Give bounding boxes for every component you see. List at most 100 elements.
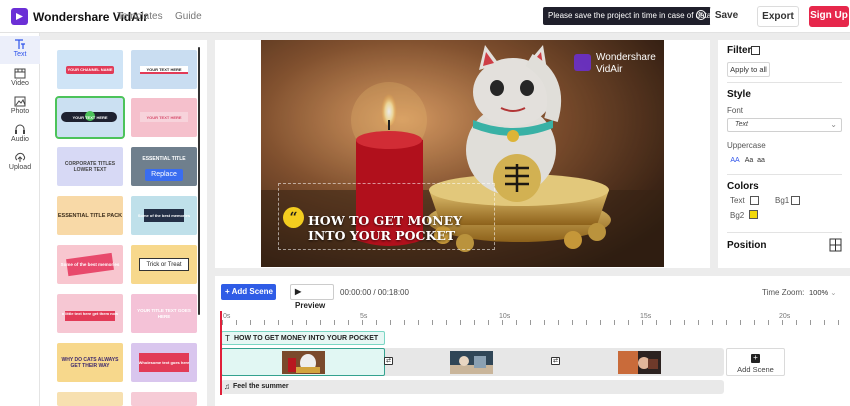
ruler-label: 5s <box>360 313 368 320</box>
export-button[interactable]: Export <box>757 6 799 27</box>
audio-track-clip[interactable]: ♫ Feel the summer <box>221 380 724 394</box>
chevron-down-icon: ⌄ <box>830 288 837 297</box>
close-icon[interactable]: x <box>696 10 706 20</box>
template-card[interactable]: ESSENTIAL TITLE Replace <box>131 147 197 186</box>
text-icon: T <box>225 334 230 343</box>
case-option-title[interactable]: Aa <box>743 155 755 167</box>
vidair-logo-icon[interactable] <box>11 8 28 25</box>
color-bg1-label: Bg1 <box>775 196 790 205</box>
caption-text[interactable]: HOW TO GET MONEY INTO YOUR POCKET <box>308 213 462 243</box>
template-label: YOUR TITLE TEXT GOES HERE <box>137 307 191 319</box>
template-card[interactable]: WHY DO CATS ALWAYS GET THEIR WAY <box>57 343 123 382</box>
clip-thumbnail[interactable] <box>618 351 661 374</box>
text-track-clip[interactable]: T HOW TO GET MONEY INTO YOUR POCKET <box>221 331 385 345</box>
template-label: Wholesome text goes here <box>138 359 190 365</box>
template-label: Trick or Treat <box>146 261 182 268</box>
audio-clip-label: Feel the summer <box>233 383 289 390</box>
save-button[interactable]: Save <box>710 6 743 27</box>
playhead[interactable] <box>220 311 222 395</box>
template-card[interactable]: YOUR TITLE TEXT GOES HERE <box>131 294 197 333</box>
ruler-tick <box>516 320 517 325</box>
position-align-icon[interactable] <box>829 238 842 253</box>
font-select-value: Text <box>735 121 748 128</box>
filter-toggle[interactable] <box>751 46 760 55</box>
ruler-tick <box>698 320 699 325</box>
template-label: ESSENTIAL TITLE PACK <box>57 212 123 219</box>
color-text-swatch[interactable] <box>750 196 759 205</box>
ruler-tick <box>264 320 265 325</box>
template-card[interactable]: YOUR CHANNEL NAME <box>57 50 123 89</box>
font-label: Font <box>727 106 744 115</box>
timeline-ruler[interactable] <box>221 311 850 327</box>
time-zoom-select[interactable]: 100% ⌄ <box>809 288 837 297</box>
ruler-label: 0s <box>223 313 231 320</box>
template-card[interactable]: YOUR TEXT HERE <box>55 96 125 139</box>
template-card[interactable]: CORPORATE TITLES LOWER TEXT <box>57 147 123 186</box>
template-card[interactable]: Some of the best memories <box>131 196 197 235</box>
add-scene-slot-label: Add Scene <box>737 365 774 374</box>
template-label: CORPORATE TITLES LOWER TEXT <box>64 160 116 173</box>
template-card[interactable]: Trick or Treat <box>131 245 197 284</box>
plus-icon: + <box>751 354 760 363</box>
template-card[interactable]: a little text here get them now <box>57 294 123 333</box>
template-card[interactable]: ESSENTIAL TITLE PACK <box>57 196 123 235</box>
ruler-tick <box>838 320 839 325</box>
rail-item-video[interactable]: Video <box>0 65 40 93</box>
rail-item-audio[interactable]: Audio <box>0 121 40 149</box>
vidair-watermark: Wondershare VidAir <box>574 52 684 82</box>
template-card[interactable] <box>131 392 197 406</box>
nav-templates[interactable]: Templates <box>117 11 163 22</box>
time-zoom-label: Time Zoom: <box>762 288 805 297</box>
ruler-tick <box>404 320 405 325</box>
transition-icon[interactable]: ⇄ <box>384 357 393 365</box>
ruler-tick <box>418 320 419 325</box>
ruler-tick <box>586 320 587 325</box>
ruler-tick <box>460 320 461 325</box>
ruler-tick <box>572 320 573 325</box>
template-scrollbar[interactable] <box>198 47 200 315</box>
add-scene-slot[interactable]: + Add Scene <box>726 348 785 376</box>
ruler-tick <box>278 320 279 325</box>
watermark-line-1: Wondershare <box>596 52 656 63</box>
nav-guide[interactable]: Guide <box>175 11 202 22</box>
ruler-tick <box>320 320 321 325</box>
caption-line-1: HOW TO GET MONEY <box>308 213 463 228</box>
case-option-lower[interactable]: aa <box>755 155 767 167</box>
ruler-tick <box>810 320 811 325</box>
ruler-label: 10s <box>499 313 511 320</box>
replace-button[interactable]: Replace <box>145 169 183 181</box>
top-bar: Wondershare VidAir Templates Guide Pleas… <box>0 0 850 33</box>
timecode: 00:00:00 / 00:18:00 <box>340 288 409 297</box>
color-bg1-swatch[interactable] <box>791 196 800 205</box>
template-card[interactable]: Wholesome text goes here <box>131 343 197 382</box>
template-label: YOUR TEXT HERE <box>72 114 108 120</box>
ruler-tick <box>670 320 671 325</box>
save-notice: Please save the project in time in case … <box>543 7 730 25</box>
rail-item-photo[interactable]: Photo <box>0 93 40 121</box>
color-bg2-swatch[interactable] <box>749 210 758 219</box>
transition-icon[interactable]: ⇄ <box>551 357 560 365</box>
text-icon <box>15 39 25 49</box>
clip-thumbnail[interactable] <box>450 351 493 374</box>
rail-item-text[interactable]: Text <box>0 36 40 64</box>
apply-to-all-button[interactable]: Apply to all <box>727 62 770 77</box>
template-card[interactable]: YOUR TEXT HERE <box>131 50 197 89</box>
template-card[interactable]: Some of the best memories <box>57 245 123 284</box>
preview-button[interactable]: ▶ Preview <box>290 284 334 310</box>
position-heading: Position <box>727 240 767 251</box>
add-scene-button[interactable]: + Add Scene <box>221 284 276 300</box>
ruler-tick <box>642 320 643 325</box>
tool-rail: Text Video Photo Audio Upload <box>0 33 40 406</box>
case-option-upper[interactable]: AA <box>729 155 741 167</box>
rail-item-upload[interactable]: Upload <box>0 149 40 177</box>
template-card[interactable]: YOUR TEXT HERE <box>131 98 197 137</box>
play-icon: ▶ <box>295 287 302 296</box>
signup-button[interactable]: Sign Up <box>809 6 849 27</box>
clip-thumbnail[interactable] <box>282 351 325 374</box>
ruler-tick <box>824 320 825 325</box>
chevron-down-icon: ⌄ <box>830 120 837 129</box>
photo-icon <box>14 96 26 107</box>
video-icon <box>14 68 26 79</box>
template-card[interactable] <box>57 392 123 406</box>
font-select[interactable]: Text ⌄ <box>727 118 842 132</box>
